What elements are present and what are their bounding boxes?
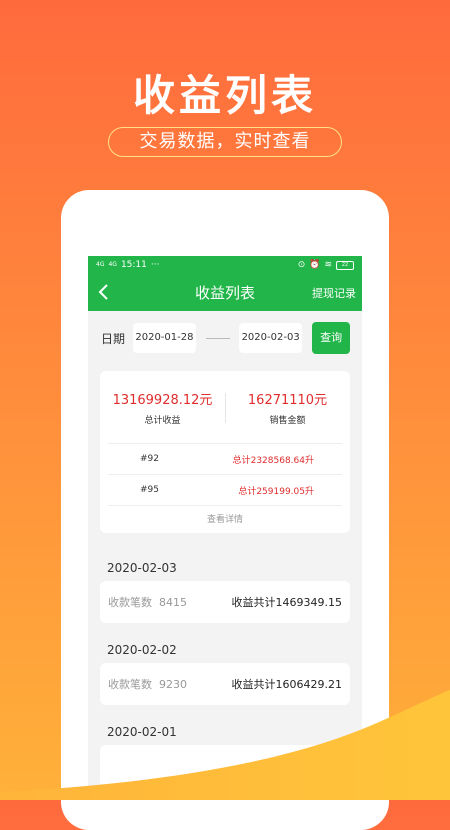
summary-detail-row: #95 总计259199.05升 — [108, 474, 342, 505]
view-details-link[interactable]: 查看详情 — [108, 505, 342, 534]
day-group: 2020-02-02 收款笔数 9230 收益共计1606429.21 — [88, 637, 362, 705]
location-icon: ⊙ — [297, 260, 306, 270]
battery-icon: 22 — [336, 260, 354, 270]
summary-divider — [225, 393, 226, 423]
day-count: 收款笔数 8415 — [108, 594, 187, 610]
day-count: 收款笔数 9230 — [108, 676, 187, 692]
end-date-field[interactable]: 2020-02-03 — [238, 323, 303, 353]
signal-icon: 4G — [96, 261, 105, 268]
status-bar: 4G 4G 15:11 ··· ⊙ ⏰ ≋ 22 — [88, 256, 362, 274]
summary-card: 13169928.12元 总计收益 16271110元 销售金额 #92 总计2… — [100, 371, 350, 533]
day-total: 收益共计1469349.15 — [231, 596, 342, 609]
day-date: 2020-02-03 — [107, 561, 177, 575]
date-label: 日期 — [101, 331, 126, 346]
day-count-value: 9230 — [159, 678, 187, 691]
status-more: ··· — [150, 260, 160, 270]
detail-id: #92 — [140, 454, 159, 464]
wifi-icon: ≋ — [324, 260, 332, 270]
day-card[interactable]: 收款笔数 8415 收益共计1469349.15 — [100, 581, 350, 623]
withdraw-records-link[interactable]: 提现记录 — [312, 285, 356, 301]
day-card[interactable] — [100, 745, 350, 787]
total-income-label: 总计收益 — [144, 415, 181, 426]
detail-amount: 总计2328568.64升 — [232, 455, 314, 466]
day-date: 2020-02-02 — [107, 643, 177, 657]
status-time: 15:11 — [120, 260, 147, 270]
day-total: 收益共计1606429.21 — [231, 678, 342, 691]
detail-amount: 总计259199.05升 — [238, 486, 314, 497]
back-arrow-icon[interactable] — [96, 282, 112, 302]
day-card[interactable]: 收款笔数 9230 收益共计1606429.21 — [100, 663, 350, 705]
nav-bar: 收益列表 提现记录 — [88, 274, 362, 311]
summary-detail-row: #92 总计2328568.64升 — [108, 443, 342, 474]
promo-subtitle: 交易数据，实时查看 — [108, 127, 342, 157]
day-group: 2020-02-01 — [88, 719, 362, 787]
total-income-value: 13169928.12元 — [112, 392, 213, 408]
sales-amount-value: 16271110元 — [247, 392, 328, 408]
detail-id: #95 — [140, 485, 159, 495]
date-filter: 日期 2020-01-28 2020-02-03 查询 — [88, 315, 362, 361]
day-count-label: 收款笔数 — [108, 596, 152, 609]
app-screen: 4G 4G 15:11 ··· ⊙ ⏰ ≋ 22 收益列表 提现记录 日期 20… — [88, 256, 362, 800]
nav-title: 收益列表 — [194, 284, 255, 302]
date-range-divider — [206, 337, 230, 339]
promo-title: 收益列表 — [132, 71, 317, 120]
day-count-value: 8415 — [159, 596, 187, 609]
sales-amount-label: 销售金额 — [269, 415, 306, 426]
day-count-label: 收款笔数 — [108, 678, 152, 691]
day-group: 2020-02-03 收款笔数 8415 收益共计1469349.15 — [88, 555, 362, 623]
signal-icon: 4G — [108, 261, 117, 268]
query-button[interactable]: 查询 — [312, 322, 350, 354]
start-date-field[interactable]: 2020-01-28 — [132, 323, 197, 353]
alarm-icon: ⏰ — [309, 260, 321, 270]
day-date: 2020-02-01 — [107, 725, 177, 739]
